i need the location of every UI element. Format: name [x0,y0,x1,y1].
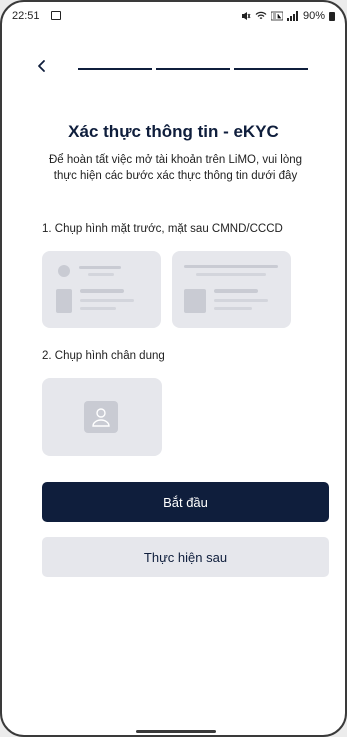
start-button[interactable]: Bắt đầu [42,482,329,522]
page-subtitle: Để hoàn tất việc mở tài khoản trên LiMO,… [49,154,302,182]
portrait-card[interactable] [42,378,162,456]
home-indicator [136,730,216,733]
signal-icon [286,11,298,21]
volte-icon [270,11,283,21]
status-icons: 90% [241,10,335,22]
card-portrait-placeholder [56,289,72,313]
progress-segment [234,68,308,70]
card-line [80,299,134,302]
card-line [80,307,116,310]
status-time: 22:51 [12,10,40,22]
id-front-card[interactable] [42,251,161,328]
progress-segment [156,68,230,70]
card-fingerprint-placeholder [184,289,206,313]
status-bar: 22:51 90% [2,2,345,32]
step2-label: 2. Chụp hình chân dung [42,350,165,362]
back-arrow-icon[interactable] [34,58,50,74]
page-title: Xác thực thông tin - eKYC [68,122,279,141]
gallery-icon [51,11,61,20]
user-icon [84,401,118,433]
card-line [214,307,252,310]
card-line [88,273,114,276]
card-line [214,299,268,302]
step1-label: 1. Chụp hình mặt trước, mặt sau CMND/CCC… [42,223,283,235]
id-back-card[interactable] [172,251,291,328]
card-line [79,266,121,269]
card-photo-placeholder [58,265,70,277]
card-line [196,273,266,276]
card-line [214,289,258,293]
progress-segment [78,68,152,70]
wifi-icon [255,11,267,20]
battery-icon [329,11,335,21]
step-progress-bar [78,68,308,70]
card-line [184,265,278,268]
card-line [80,289,124,293]
battery-percent: 90% [302,10,325,22]
phone-frame: 22:51 90% Xác thực thông tin - eKYC Để h… [0,0,347,737]
do-later-button[interactable]: Thực hiện sau [42,537,329,577]
mute-icon [241,12,251,20]
